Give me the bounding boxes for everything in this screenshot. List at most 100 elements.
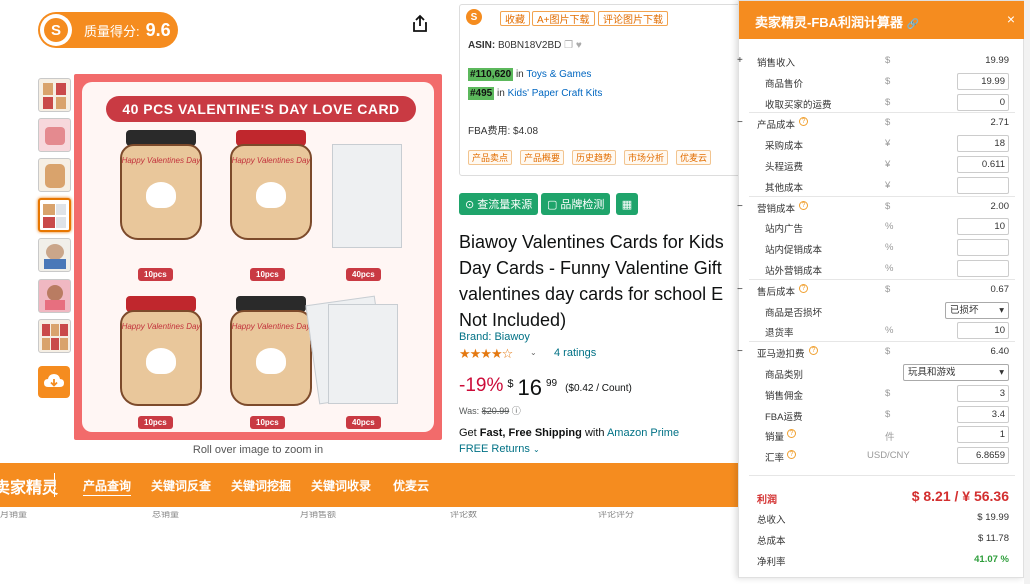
- nav-keyword-reverse[interactable]: 关键词反查: [151, 477, 211, 494]
- download-images-button[interactable]: [38, 366, 70, 398]
- feature-market[interactable]: 市场分析: [624, 150, 669, 165]
- heart-icon[interactable]: ♥: [576, 40, 582, 51]
- calc-row-label: 收取买家的运费: [765, 99, 832, 111]
- quality-score: 9.6: [145, 19, 171, 40]
- free-returns-link[interactable]: FREE Returns ⌄: [459, 443, 540, 455]
- feature-summary[interactable]: 产品概要: [520, 150, 565, 165]
- nav-youmaiyun[interactable]: 优麦云: [393, 477, 429, 494]
- qty-label-2: 10pcs: [250, 268, 285, 281]
- calculator-button[interactable]: ▦: [616, 193, 638, 215]
- thumbnail-1[interactable]: [38, 78, 71, 112]
- calc-row-label: 站内广告: [765, 224, 804, 236]
- calc-row: − 产品成本? $2.71: [737, 113, 1025, 133]
- nav-keyword-mining[interactable]: 关键词挖掘: [231, 477, 291, 494]
- qty-label-1: 10pcs: [138, 268, 173, 281]
- thumbnail-4-selected[interactable]: [38, 198, 71, 232]
- thumbnail-5[interactable]: [38, 238, 71, 272]
- section-toggle-icon[interactable]: −: [737, 284, 743, 295]
- calc-input[interactable]: 6.8659: [957, 447, 1009, 465]
- unit-symbol: ¥: [885, 159, 891, 170]
- unit-symbol: 件: [885, 432, 895, 444]
- quality-label: 质量得分:: [84, 23, 140, 39]
- section-toggle-icon[interactable]: −: [737, 117, 743, 128]
- brand-link[interactable]: Brand: Biawoy: [459, 331, 530, 343]
- calc-input[interactable]: 18: [957, 135, 1009, 153]
- calc-row: + 销售收入 $19.99: [737, 51, 1025, 71]
- thumbnail-7[interactable]: [38, 319, 71, 353]
- calc-select[interactable]: 已损坏 ▾: [945, 301, 1009, 319]
- jar-card-4: Happy Valentines Day: [228, 296, 314, 408]
- calc-input[interactable]: [957, 176, 1009, 194]
- cloud-download-icon: [44, 374, 64, 387]
- unit-symbol: %: [885, 221, 894, 233]
- ratings-link[interactable]: 4 ratings: [554, 347, 596, 359]
- calc-input[interactable]: 3.4: [957, 405, 1009, 423]
- main-product-image[interactable]: 40 PCS VALENTINE'S DAY LOVE CARD Happy V…: [74, 74, 442, 440]
- feature-history[interactable]: 历史趋势: [572, 150, 617, 165]
- thumbnail-6[interactable]: [38, 279, 71, 313]
- download-review-images-button[interactable]: 评论图片下载: [598, 11, 668, 26]
- price-block: -19% $ 16 99 ($0.42 / Count): [459, 375, 632, 401]
- help-icon[interactable]: ?: [799, 200, 808, 210]
- calc-select[interactable]: 玩具和游戏 ▾: [903, 364, 1009, 381]
- calc-row: 站内促销成本%: [739, 238, 1025, 258]
- calc-input[interactable]: 10: [957, 218, 1009, 236]
- price-currency: $: [507, 378, 514, 390]
- price-cents: 99: [545, 378, 558, 389]
- envelope-stack-2: [328, 304, 398, 404]
- share-icon[interactable]: [410, 14, 430, 34]
- help-icon[interactable]: ?: [787, 429, 796, 439]
- favorite-button[interactable]: 收藏: [500, 11, 530, 26]
- download-aplus-button[interactable]: A+图片下载: [532, 11, 595, 26]
- calc-input[interactable]: [957, 260, 1009, 277]
- calc-row-label: FBA运费: [765, 411, 803, 423]
- link-icon: 🔗: [906, 19, 920, 30]
- nav-keyword-index[interactable]: 关键词收录: [311, 477, 371, 494]
- feature-youmaiyun[interactable]: 优麦云: [676, 150, 712, 165]
- star-rating[interactable]: ★★★★☆: [459, 346, 513, 362]
- chevron-down-icon[interactable]: ⌄: [530, 348, 537, 357]
- help-icon[interactable]: ?: [799, 283, 808, 293]
- rank-sub-category-link[interactable]: Kids' Paper Craft Kits: [508, 88, 603, 99]
- calc-row: 销售佣金 $3: [739, 384, 1025, 404]
- calc-input[interactable]: 0.611: [957, 156, 1009, 173]
- calc-input[interactable]: 19.99: [957, 72, 1009, 90]
- calc-row: 商品类别 玩具和游戏 ▾: [739, 363, 1025, 383]
- quality-score-badge[interactable]: S 质量得分: 9.6: [38, 12, 178, 48]
- calc-input[interactable]: [957, 239, 1009, 257]
- help-icon[interactable]: ?: [787, 450, 796, 460]
- qty-label-6: 40pcs: [346, 416, 381, 429]
- amazon-prime-link[interactable]: Amazon Prime: [607, 427, 679, 439]
- thumbnail-2[interactable]: [38, 118, 71, 152]
- jar-card-1: Happy Valentines Day: [118, 130, 204, 242]
- calc-row-label: 头程运费: [765, 162, 804, 173]
- calc-row-label: 采购成本: [765, 141, 804, 153]
- unit-symbol: $: [885, 75, 891, 87]
- profit-value: $ 8.21 / ¥ 56.36: [911, 488, 1009, 504]
- thumbnail-3[interactable]: [38, 158, 71, 192]
- brand-check-button[interactable]: ▢ 品牌检测: [541, 193, 611, 215]
- calc-input[interactable]: 3: [957, 384, 1009, 402]
- traffic-source-button[interactable]: ⊙ 查流量来源: [459, 193, 539, 215]
- nav-product-query[interactable]: 产品查询: [83, 477, 132, 496]
- page-scrollbar[interactable]: [1024, 0, 1030, 584]
- help-icon[interactable]: ?: [809, 346, 818, 356]
- copy-icon[interactable]: ❐: [564, 40, 573, 51]
- profit-label: 利润: [757, 495, 777, 506]
- section-toggle-icon[interactable]: −: [737, 201, 743, 212]
- section-toggle-icon[interactable]: +: [737, 55, 743, 66]
- calc-input[interactable]: 1: [957, 426, 1009, 444]
- close-icon[interactable]: ×: [1007, 11, 1015, 27]
- rank-main-category-link[interactable]: Toys & Games: [526, 69, 591, 80]
- section-toggle-icon[interactable]: −: [737, 346, 743, 357]
- feature-selling-points[interactable]: 产品卖点: [468, 150, 513, 165]
- calc-input[interactable]: 0: [957, 93, 1009, 111]
- calc-input[interactable]: 10: [957, 322, 1009, 340]
- calc-row: − 售后成本? $0.67: [737, 280, 1025, 300]
- unit-symbol: ¥: [885, 138, 891, 150]
- unit-symbol: %: [885, 242, 894, 254]
- help-icon[interactable]: ?: [799, 117, 808, 127]
- calc-row: FBA运费 $3.4: [739, 405, 1025, 425]
- info-icon[interactable]: ⓘ: [512, 406, 521, 416]
- chevron-down-icon: ▾: [999, 304, 1004, 316]
